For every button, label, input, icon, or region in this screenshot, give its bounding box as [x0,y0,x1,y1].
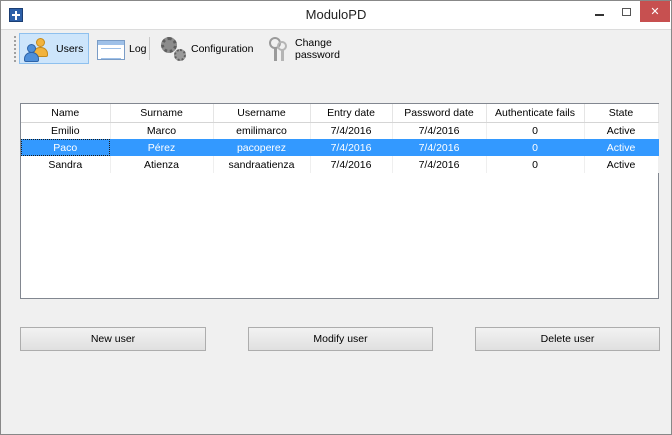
cell-surname: Marco [110,122,214,139]
toolbar-log-button[interactable]: Log [93,33,147,64]
close-icon: ✕ [650,5,660,18]
cell-authenticate-fails: 0 [486,122,585,139]
users-table[interactable]: Name Surname Username Entry date Passwor… [20,103,659,299]
toolbar-users-button[interactable]: Users [19,33,89,64]
cell-entry-date: 7/4/2016 [310,156,393,173]
cell-surname: Pérez [110,139,214,156]
cell-username: sandraatienza [213,156,311,173]
column-header-surname[interactable]: Surname [110,104,214,123]
modify-user-button[interactable]: Modify user [248,327,433,351]
cell-password-date: 7/4/2016 [392,139,487,156]
toolbar-change-password-button[interactable]: Change password [259,33,371,64]
maximize-button[interactable] [613,1,639,22]
table-row[interactable]: Emilio Marco emilimarco 7/4/2016 7/4/201… [21,122,659,139]
toolbar-grip[interactable] [13,35,17,62]
toolbar-log-label: Log [129,42,147,55]
cell-password-date: 7/4/2016 [392,156,487,173]
cell-name: Emilio [21,122,111,139]
keys-icon [263,36,291,62]
cell-password-date: 7/4/2016 [392,122,487,139]
column-header-authenticate-fails[interactable]: Authenticate fails [486,104,585,123]
toolbar-change-password-label: Change password [295,36,340,61]
new-user-button[interactable]: New user [20,327,206,351]
minimize-button[interactable] [586,1,612,22]
toolbar: Users Log Configuration Change password [1,30,671,67]
minimize-icon [594,13,604,16]
close-button[interactable]: ✕ [640,1,670,22]
table-header-row: Name Surname Username Entry date Passwor… [21,104,659,123]
column-header-username[interactable]: Username [213,104,311,123]
cell-authenticate-fails: 0 [486,156,585,173]
cell-state: Active [584,139,659,156]
cell-state: Active [584,122,659,139]
cell-username: emilimarco [213,122,311,139]
title-bar[interactable]: ModuloPD ✕ [1,1,671,30]
cell-username: pacoperez [213,139,311,156]
toolbar-configuration-button[interactable]: Configuration [155,33,253,64]
cell-surname: Atienza [110,156,214,173]
delete-user-button[interactable]: Delete user [475,327,660,351]
maximize-icon [621,7,631,16]
table-row[interactable]: Sandra Atienza sandraatienza 7/4/2016 7/… [21,156,659,173]
cell-entry-date: 7/4/2016 [310,139,393,156]
users-icon [24,36,52,62]
cell-entry-date: 7/4/2016 [310,122,393,139]
window-title: ModuloPD [305,7,367,22]
toolbar-users-label: Users [56,42,84,55]
column-header-name[interactable]: Name [21,104,111,123]
toolbar-separator [149,37,150,60]
column-header-state[interactable]: State [584,104,659,123]
cell-state: Active [584,156,659,173]
cell-name: Sandra [21,156,111,173]
cell-name: Paco [21,139,111,156]
toolbar-configuration-label: Configuration [191,42,254,55]
main-window: ModuloPD ✕ Users Log Configuration Chang… [0,0,672,435]
column-header-entry-date[interactable]: Entry date [310,104,393,123]
gear-icon [159,36,187,62]
table-row-selected[interactable]: Paco Pérez pacoperez 7/4/2016 7/4/2016 0… [21,139,659,156]
cell-authenticate-fails: 0 [486,139,585,156]
column-header-password-date[interactable]: Password date [392,104,487,123]
log-icon [97,36,125,62]
